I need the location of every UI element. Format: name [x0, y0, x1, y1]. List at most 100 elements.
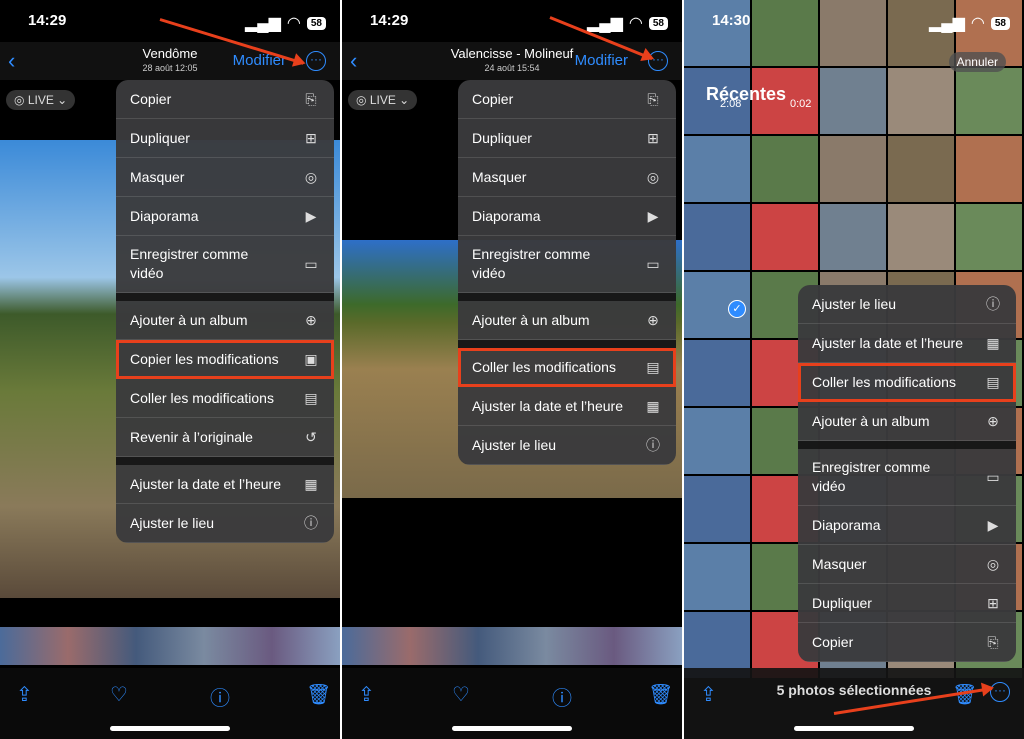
signal-icon: ▂▄▆	[244, 15, 281, 32]
menu-item[interactable]: Enregistrer comme vidéo ▭	[116, 236, 334, 293]
duplicate-icon: ⊞	[987, 594, 999, 611]
photo-thumbnail[interactable]	[684, 544, 750, 610]
menu-item[interactable]: Masquer ◎	[116, 158, 334, 197]
paste-edits-icon: ▤	[304, 389, 318, 406]
menu-item[interactable]: Diaporama ▶	[116, 197, 334, 236]
menu-item[interactable]: Revenir à l’originale ↺	[116, 418, 334, 457]
live-badge[interactable]: ◎ LIVE ⌄	[6, 90, 76, 110]
info-icon[interactable]: ⓘ	[210, 682, 230, 711]
bottom-toolbar: ⇪ ♡ ⓘ 🗑	[0, 668, 340, 739]
context-menu: Copier ⎘ Dupliquer ⊞ Masquer ◎ Diaporama ▶ Enreg…	[458, 80, 676, 465]
video-icon: ▭	[986, 468, 1000, 485]
photo-thumbnail[interactable]	[684, 136, 750, 202]
menu-separator	[116, 293, 334, 301]
menu-item[interactable]: Coller les modifications ▤	[458, 348, 676, 387]
photo-thumbnail[interactable]	[956, 136, 1022, 202]
heart-icon[interactable]: ♡	[452, 682, 470, 707]
menu-item[interactable]: Ajuster la date et l’heure ▦	[458, 387, 676, 426]
trash-icon[interactable]: 🗑	[306, 682, 331, 707]
wifi-icon: ◠	[628, 15, 643, 32]
menu-item-label: Diaporama	[812, 517, 881, 533]
menu-item[interactable]: Dupliquer ⊞	[798, 584, 1016, 623]
menu-item-label: Ajouter à un album	[130, 312, 248, 328]
menu-item-label: Ajuster le lieu	[812, 296, 897, 312]
menu-item[interactable]: Ajuster le lieu ⓘ	[798, 285, 1016, 324]
menu-item-label: Enregistrer comme vidéo	[472, 246, 591, 281]
menu-item[interactable]: Ajuster le lieu ⓘ	[458, 426, 676, 465]
photo-thumbnail[interactable]	[752, 136, 818, 202]
photo-thumbnail[interactable]	[888, 68, 954, 134]
trash-icon[interactable]: 🗑	[648, 682, 673, 707]
menu-item[interactable]: Ajouter à un album ⊕	[116, 301, 334, 340]
menu-item-label: Ajuster la date et l’heure	[812, 335, 963, 351]
menu-item[interactable]: Copier ⎘	[116, 80, 334, 119]
photo-thumbnail[interactable]	[956, 68, 1022, 134]
location-icon: ⓘ	[304, 515, 318, 531]
menu-item[interactable]: Coller les modifications ▤	[798, 363, 1016, 402]
menu-item[interactable]: Copier les modifications ▣	[116, 340, 334, 379]
menu-item[interactable]: Masquer ◎	[458, 158, 676, 197]
menu-item[interactable]: Ajuster le lieu ⓘ	[116, 504, 334, 543]
live-badge[interactable]: ◎ LIVE ⌄	[348, 90, 418, 110]
menu-item[interactable]: Copier ⎘	[798, 623, 1016, 662]
wifi-icon: ◠	[286, 15, 301, 32]
menu-item-label: Coller les modifications	[130, 390, 274, 406]
menu-item[interactable]: Diaporama ▶	[798, 506, 1016, 545]
heart-icon[interactable]: ♡	[110, 682, 128, 707]
photo-thumbnail[interactable]	[888, 204, 954, 270]
menu-item[interactable]: Enregistrer comme vidéo ▭	[798, 449, 1016, 506]
menu-separator	[458, 340, 676, 348]
share-icon[interactable]: ⇪	[16, 682, 33, 707]
copy-icon: ⎘	[647, 90, 659, 107]
photo-thumbnail[interactable]	[684, 340, 750, 406]
menu-item-label: Copier	[812, 634, 854, 650]
duplicate-icon: ⊞	[647, 129, 659, 146]
photo-thumbnail[interactable]	[684, 204, 750, 270]
calendar-icon: ▦	[304, 475, 318, 492]
status-icons: ▂▄▆ ◠ 58	[929, 13, 1010, 33]
copy-icon: ⎘	[987, 633, 999, 650]
thumbnail-strip[interactable]	[342, 627, 682, 665]
menu-item-label: Copier	[130, 91, 172, 107]
more-icon[interactable]: ···	[306, 51, 326, 71]
menu-item[interactable]: Copier ⎘	[458, 80, 676, 119]
menu-item[interactable]: Ajouter à un album ⊕	[798, 402, 1016, 441]
menu-item-label: Ajouter à un album	[472, 312, 590, 328]
cancel-button[interactable]: Annuler	[948, 52, 1006, 72]
menu-item-label: Dupliquer	[812, 595, 872, 611]
menu-separator	[798, 441, 1016, 449]
menu-item[interactable]: Dupliquer ⊞	[116, 119, 334, 158]
status-icons: ▂▄▆ ◠ 58	[587, 13, 668, 33]
photo-thumbnail[interactable]	[684, 476, 750, 542]
menu-item-label: Diaporama	[130, 208, 199, 224]
photo-thumbnail[interactable]	[820, 204, 886, 270]
photo-thumbnail[interactable]	[888, 136, 954, 202]
menu-item[interactable]: Diaporama ▶	[458, 197, 676, 236]
menu-item-label: Masquer	[812, 556, 867, 572]
share-icon[interactable]: ⇪	[358, 682, 375, 707]
live-icon: ◎	[14, 93, 25, 107]
menu-item[interactable]: Ajouter à un album ⊕	[458, 301, 676, 340]
menu-item[interactable]: Ajuster la date et l’heure ▦	[116, 465, 334, 504]
menu-item[interactable]: Masquer ◎	[798, 545, 1016, 584]
edit-button[interactable]: Modifier	[575, 52, 628, 69]
context-menu: Copier ⎘ Dupliquer ⊞ Masquer ◎ Diaporama ▶ Enreg…	[116, 80, 334, 543]
menu-item[interactable]: Dupliquer ⊞	[458, 119, 676, 158]
photo-thumbnail[interactable]	[684, 408, 750, 474]
menu-item-label: Dupliquer	[472, 130, 532, 146]
menu-item-label: Diaporama	[472, 208, 541, 224]
photo-thumbnail[interactable]	[820, 136, 886, 202]
info-icon[interactable]: ⓘ	[552, 682, 572, 711]
menu-item[interactable]: Ajuster la date et l’heure ▦	[798, 324, 1016, 363]
photo-thumbnail[interactable]	[956, 204, 1022, 270]
location-icon: ⓘ	[646, 437, 660, 453]
photo-thumbnail[interactable]	[752, 204, 818, 270]
menu-item-label: Copier les modifications	[130, 351, 279, 367]
thumbnail-strip[interactable]	[0, 627, 340, 665]
menu-item[interactable]: Enregistrer comme vidéo ▭	[458, 236, 676, 293]
photo-thumbnail[interactable]	[820, 68, 886, 134]
menu-item-label: Ajuster le lieu	[130, 515, 215, 531]
screen-vendome: 14:29 ▂▄▆ ◠ 58 ‹ Vendôme 28 août 12:05 M…	[0, 0, 340, 739]
status-time: 14:29	[370, 12, 409, 29]
menu-item[interactable]: Coller les modifications ▤	[116, 379, 334, 418]
